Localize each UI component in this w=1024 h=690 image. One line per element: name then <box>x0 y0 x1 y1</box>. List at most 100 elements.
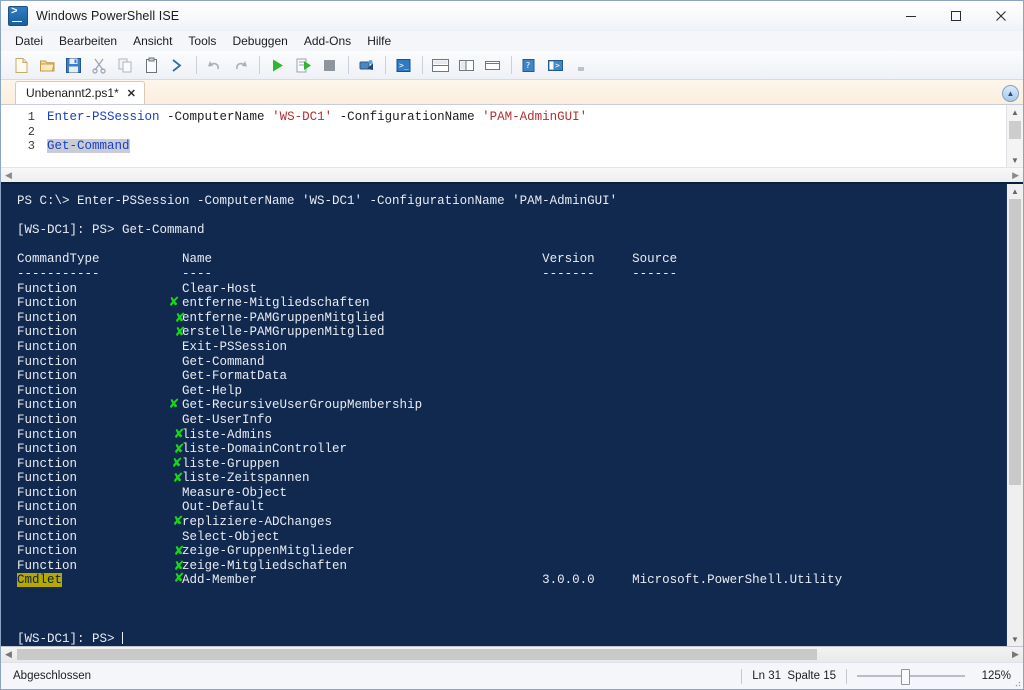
menu-bar: Datei Bearbeiten Ansicht Tools Debuggen … <box>1 31 1023 51</box>
console-table-row: Function Clear-Host <box>17 281 633 296</box>
zoom-slider-thumb[interactable] <box>901 669 910 685</box>
menu-add-ons[interactable]: Add-Ons <box>296 33 359 49</box>
paste-clipboard-icon[interactable] <box>139 53 163 77</box>
status-separator-1 <box>741 668 743 684</box>
console-table-row: Function repliziere-ADChanges ✘ <box>17 514 633 530</box>
console-vertical-scrollbar[interactable]: ▲ ▼ <box>1006 184 1023 646</box>
menu-hilfe[interactable]: Hilfe <box>359 33 399 49</box>
code-token-param: -ComputerName <box>159 110 273 124</box>
toolbar: >_ ? > <box>1 51 1023 80</box>
layout-maximize-icon[interactable] <box>480 53 504 77</box>
run-prompt-icon[interactable] <box>165 53 189 77</box>
editor-horizontal-scrollbar[interactable]: ◀ ▶ <box>1 167 1023 182</box>
script-editor[interactable]: 1 Enter-PSSession -ComputerName 'WS-DC1' … <box>1 105 1006 167</box>
console-scroll-down-arrow-icon[interactable]: ▼ <box>1007 632 1023 646</box>
mouse-cursor-artifact-icon: ✘ <box>174 310 186 326</box>
console-prompt-text: [WS-DC1]: PS> <box>17 631 123 646</box>
window-controls <box>888 1 1023 31</box>
toolbar-separator <box>196 56 197 74</box>
mouse-cursor-artifact-icon: ✘ <box>168 397 180 413</box>
title-bar: Windows PowerShell ISE <box>1 1 1023 31</box>
toolbar-separator-4 <box>385 56 386 74</box>
line-number: 3 <box>27 139 35 153</box>
console-table-row: Function Get-UserInfo <box>17 412 633 427</box>
mouse-cursor-artifact-icon: ✘ <box>174 325 186 341</box>
console-hscroll-thumb[interactable] <box>17 649 817 660</box>
mouse-cursor-artifact-icon: ✘ <box>168 295 180 311</box>
console-pane: PS C:\> Enter-PSSession -ComputerName 'W… <box>1 182 1023 646</box>
line-column-indicator: Ln 31 Spalte 15 <box>752 670 836 682</box>
tab-unbenannt2[interactable]: Unbenannt2.ps1* ✕ <box>15 81 145 104</box>
show-script-pane-icon[interactable]: ? <box>517 53 541 77</box>
window-title: Windows PowerShell ISE <box>36 9 180 23</box>
console-horizontal-scrollbar[interactable]: ◀ ▶ <box>1 646 1023 662</box>
run-selection-icon[interactable] <box>291 53 315 77</box>
zoom-slider[interactable] <box>857 668 965 685</box>
code-text: Enter-PSSession -ComputerName 'WS-DC1' -… <box>47 110 1006 125</box>
maximize-button[interactable] <box>933 1 978 31</box>
console-caret <box>122 631 124 644</box>
console-hscroll-right-arrow-icon[interactable]: ▶ <box>1008 647 1023 662</box>
stop-script-icon[interactable] <box>317 53 341 77</box>
redo-arrow-icon[interactable] <box>228 53 252 77</box>
console-scroll-thumb[interactable] <box>1009 199 1021 485</box>
line-number: 2 <box>27 124 35 139</box>
undo-arrow-icon[interactable] <box>202 53 226 77</box>
svg-text:>_: >_ <box>399 61 409 70</box>
mouse-cursor-artifact-icon: ✘ <box>172 514 184 530</box>
show-console-icon[interactable]: >_ <box>391 53 415 77</box>
status-bar: Abgeschlossen Ln 31 Spalte 15 125% <box>1 662 1023 689</box>
minimize-button[interactable] <box>888 1 933 31</box>
console-table-row: Function Get-Help <box>17 383 633 398</box>
toolbar-separator-2 <box>259 56 260 74</box>
code-token-str: 'WS-DC1' <box>272 110 333 124</box>
editor-hscroll-left-arrow-icon[interactable]: ◀ <box>5 170 12 181</box>
new-file-icon[interactable] <box>9 53 33 77</box>
console-table-row: Function liste-DomainController ✘ <box>17 442 633 458</box>
console-scroll-up-arrow-icon[interactable]: ▲ <box>1007 184 1023 198</box>
editor-scroll-thumb[interactable] <box>1009 121 1021 139</box>
console-table-row: Function Out-Default <box>17 500 633 515</box>
console-table-row: Function zeige-GruppenMitglieder ✘ <box>17 544 633 560</box>
editor-scroll-down-arrow-icon[interactable]: ▼ <box>1007 153 1023 167</box>
console-prompt-line: PS C:\> Enter-PSSession -ComputerName 'W… <box>17 194 618 208</box>
collapse-script-pane-chevron-up-icon[interactable]: ▲ <box>1002 85 1019 102</box>
tab-label: Unbenannt2.ps1* <box>26 86 119 100</box>
editor-vertical-scrollbar[interactable]: ▲ ▲ ▼ <box>1002 85 1023 167</box>
tab-close-icon[interactable]: ✕ <box>127 87 136 100</box>
toolbar-overflow-icon[interactable] <box>569 53 593 77</box>
console-table-row: Function liste-Admins ✘ <box>17 426 633 442</box>
console-table-row: Function Exit-PSSession <box>17 339 633 354</box>
menu-tools[interactable]: Tools <box>180 33 224 49</box>
console-table-row: Function Get-Command <box>17 354 633 369</box>
mouse-cursor-artifact-icon: ✘ <box>173 544 185 560</box>
console-output[interactable]: PS C:\> Enter-PSSession -ComputerName 'W… <box>1 184 1006 646</box>
code-token-cmd: Enter-PSSession <box>47 110 160 124</box>
resize-grip-icon[interactable] <box>1011 677 1021 687</box>
close-button[interactable] <box>978 1 1023 31</box>
run-script-play-icon[interactable] <box>265 53 289 77</box>
save-icon[interactable] <box>61 53 85 77</box>
script-editor-pane: 1 Enter-PSSession -ComputerName 'WS-DC1' … <box>1 85 1023 167</box>
menu-ansicht[interactable]: Ansicht <box>125 33 180 49</box>
editor-hscroll-right-arrow-icon[interactable]: ▶ <box>1012 170 1019 181</box>
svg-text:>: > <box>555 61 560 70</box>
menu-debuggen[interactable]: Debuggen <box>224 33 295 49</box>
layout-top-bottom-icon[interactable] <box>428 53 452 77</box>
cut-scissors-icon[interactable] <box>87 53 111 77</box>
copy-icon[interactable] <box>113 53 137 77</box>
console-input-prompt: [WS-DC1]: PS> <box>17 631 1006 646</box>
editor-scroll-up-arrow-icon[interactable]: ▲ <box>1007 105 1023 119</box>
show-script-pane-right-icon[interactable]: > <box>543 53 567 77</box>
menu-datei[interactable]: Datei <box>7 33 51 49</box>
open-folder-icon[interactable] <box>35 53 59 77</box>
menu-bearbeiten[interactable]: Bearbeiten <box>51 33 125 49</box>
code-text: Get-Command <box>47 139 1006 154</box>
new-remote-session-icon[interactable] <box>354 53 378 77</box>
console-table-row: Function liste-Gruppen ✘ <box>17 455 633 471</box>
layout-side-by-side-icon[interactable] <box>454 53 478 77</box>
console-hscroll-left-arrow-icon[interactable]: ◀ <box>1 647 16 662</box>
